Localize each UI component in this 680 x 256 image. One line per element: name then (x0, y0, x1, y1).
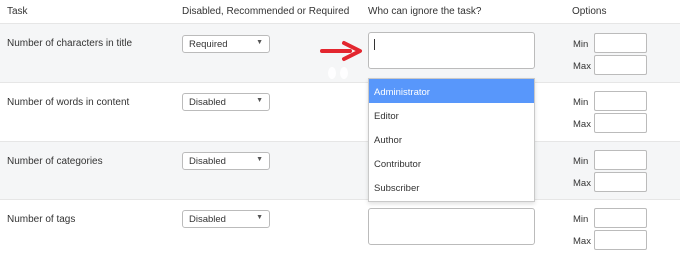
min-label: Min (573, 97, 589, 108)
min-input[interactable] (594, 33, 647, 53)
chevron-down-icon: ▼ (256, 214, 263, 221)
dropdown-option-editor[interactable]: Editor (369, 103, 534, 127)
text-cursor (374, 39, 375, 50)
dropdown-option-administrator[interactable]: Administrator (369, 79, 534, 103)
max-label: Max (573, 178, 591, 189)
min-input[interactable] (594, 208, 647, 228)
chevron-down-icon: ▼ (256, 39, 263, 46)
header-ignore: Who can ignore the task? (368, 6, 482, 17)
header-setting: Disabled, Recommended or Required (182, 6, 350, 17)
select-value: Required (189, 39, 228, 50)
header-task: Task (7, 6, 28, 17)
dropdown-option-contributor[interactable]: Contributor (369, 151, 534, 175)
task-label: Number of characters in title (7, 38, 133, 49)
max-input[interactable] (594, 230, 647, 250)
task-label: Number of categories (7, 156, 103, 167)
max-input[interactable] (594, 55, 647, 75)
table-row: Number of categories (0, 142, 680, 200)
table-row: Number of tags (0, 200, 680, 256)
ignore-roles-input[interactable] (368, 208, 535, 245)
chevron-down-icon: ▼ (256, 156, 263, 163)
select-value: Disabled (189, 214, 226, 225)
table-row: Number of words in content (0, 83, 680, 142)
roles-dropdown: Administrator Editor Author Contributor … (368, 78, 535, 202)
footprints-icon (328, 67, 348, 79)
min-label: Min (573, 39, 589, 50)
max-label: Max (573, 236, 591, 247)
max-label: Max (573, 61, 591, 72)
header-options: Options (572, 6, 607, 17)
requirement-select[interactable]: Disabled ▼ (182, 210, 270, 228)
dropdown-option-author[interactable]: Author (369, 127, 534, 151)
task-label: Number of words in content (7, 97, 130, 108)
max-label: Max (573, 119, 591, 130)
max-input[interactable] (594, 113, 647, 133)
requirement-select[interactable]: Disabled ▼ (182, 93, 270, 111)
requirement-select[interactable]: Disabled ▼ (182, 152, 270, 170)
dropdown-option-subscriber[interactable]: Subscriber (369, 175, 534, 199)
min-label: Min (573, 156, 589, 167)
max-input[interactable] (594, 172, 647, 192)
select-value: Disabled (189, 97, 226, 108)
select-value: Disabled (189, 156, 226, 167)
requirement-select[interactable]: Required ▼ (182, 35, 270, 53)
red-arrow-icon (320, 41, 362, 61)
min-label: Min (573, 214, 589, 225)
ignore-roles-input[interactable] (368, 32, 535, 69)
min-input[interactable] (594, 150, 647, 170)
task-label: Number of tags (7, 214, 76, 225)
min-input[interactable] (594, 91, 647, 111)
table-header: Task Disabled, Recommended or Required W… (0, 0, 680, 24)
chevron-down-icon: ▼ (256, 97, 263, 104)
